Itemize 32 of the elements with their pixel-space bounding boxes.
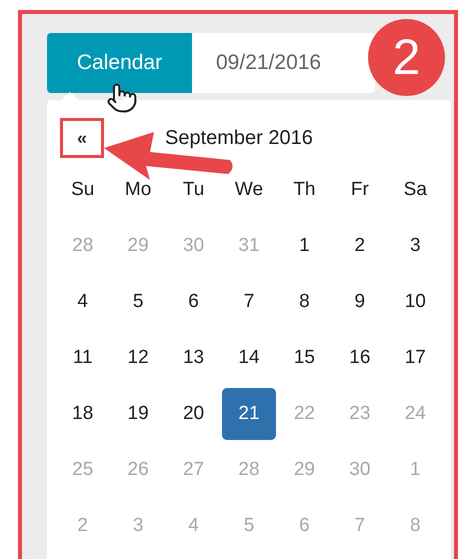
day-cell[interactable]: 18 xyxy=(56,388,110,440)
weekday-label: We xyxy=(234,178,264,202)
day-cell[interactable]: 13 xyxy=(166,332,221,384)
day-cell[interactable]: 20 xyxy=(166,388,221,440)
weekday-label: Mo xyxy=(124,178,152,202)
calendar-button[interactable]: Calendar xyxy=(47,33,192,93)
month-title: September 2016 xyxy=(165,126,313,151)
day-cell[interactable]: 7 xyxy=(222,276,276,328)
previous-month-button[interactable]: « xyxy=(60,118,104,158)
day-cell[interactable]: 19 xyxy=(111,388,166,440)
day-cell[interactable]: 1 xyxy=(277,220,332,272)
day-cell[interactable]: 10 xyxy=(388,276,442,328)
day-cell[interactable]: 15 xyxy=(277,332,332,384)
day-cell[interactable]: 16 xyxy=(332,332,387,384)
day-cell[interactable]: 2 xyxy=(332,220,387,272)
day-cell[interactable]: 17 xyxy=(388,332,442,384)
day-cell[interactable]: 14 xyxy=(222,332,276,384)
day-cell[interactable]: 5 xyxy=(111,276,166,328)
day-cell[interactable]: 6 xyxy=(166,276,221,328)
weekday-label: Sa xyxy=(404,178,427,202)
day-cell[interactable]: 4 xyxy=(56,276,110,328)
weekday-label: Tu xyxy=(182,178,204,202)
day-cell[interactable]: 3 xyxy=(388,220,442,272)
weekday-label: Su xyxy=(71,178,94,202)
weekday-label: Fr xyxy=(350,178,369,202)
weekday-label: Th xyxy=(293,178,316,202)
day-cell[interactable]: 11 xyxy=(56,332,110,384)
date-field[interactable]: 09/21/2016 xyxy=(192,33,375,93)
day-cell[interactable]: 8 xyxy=(277,276,332,328)
day-cell[interactable]: 9 xyxy=(332,276,387,328)
day-cell[interactable]: 21 xyxy=(222,388,276,440)
day-cell[interactable]: 12 xyxy=(111,332,166,384)
